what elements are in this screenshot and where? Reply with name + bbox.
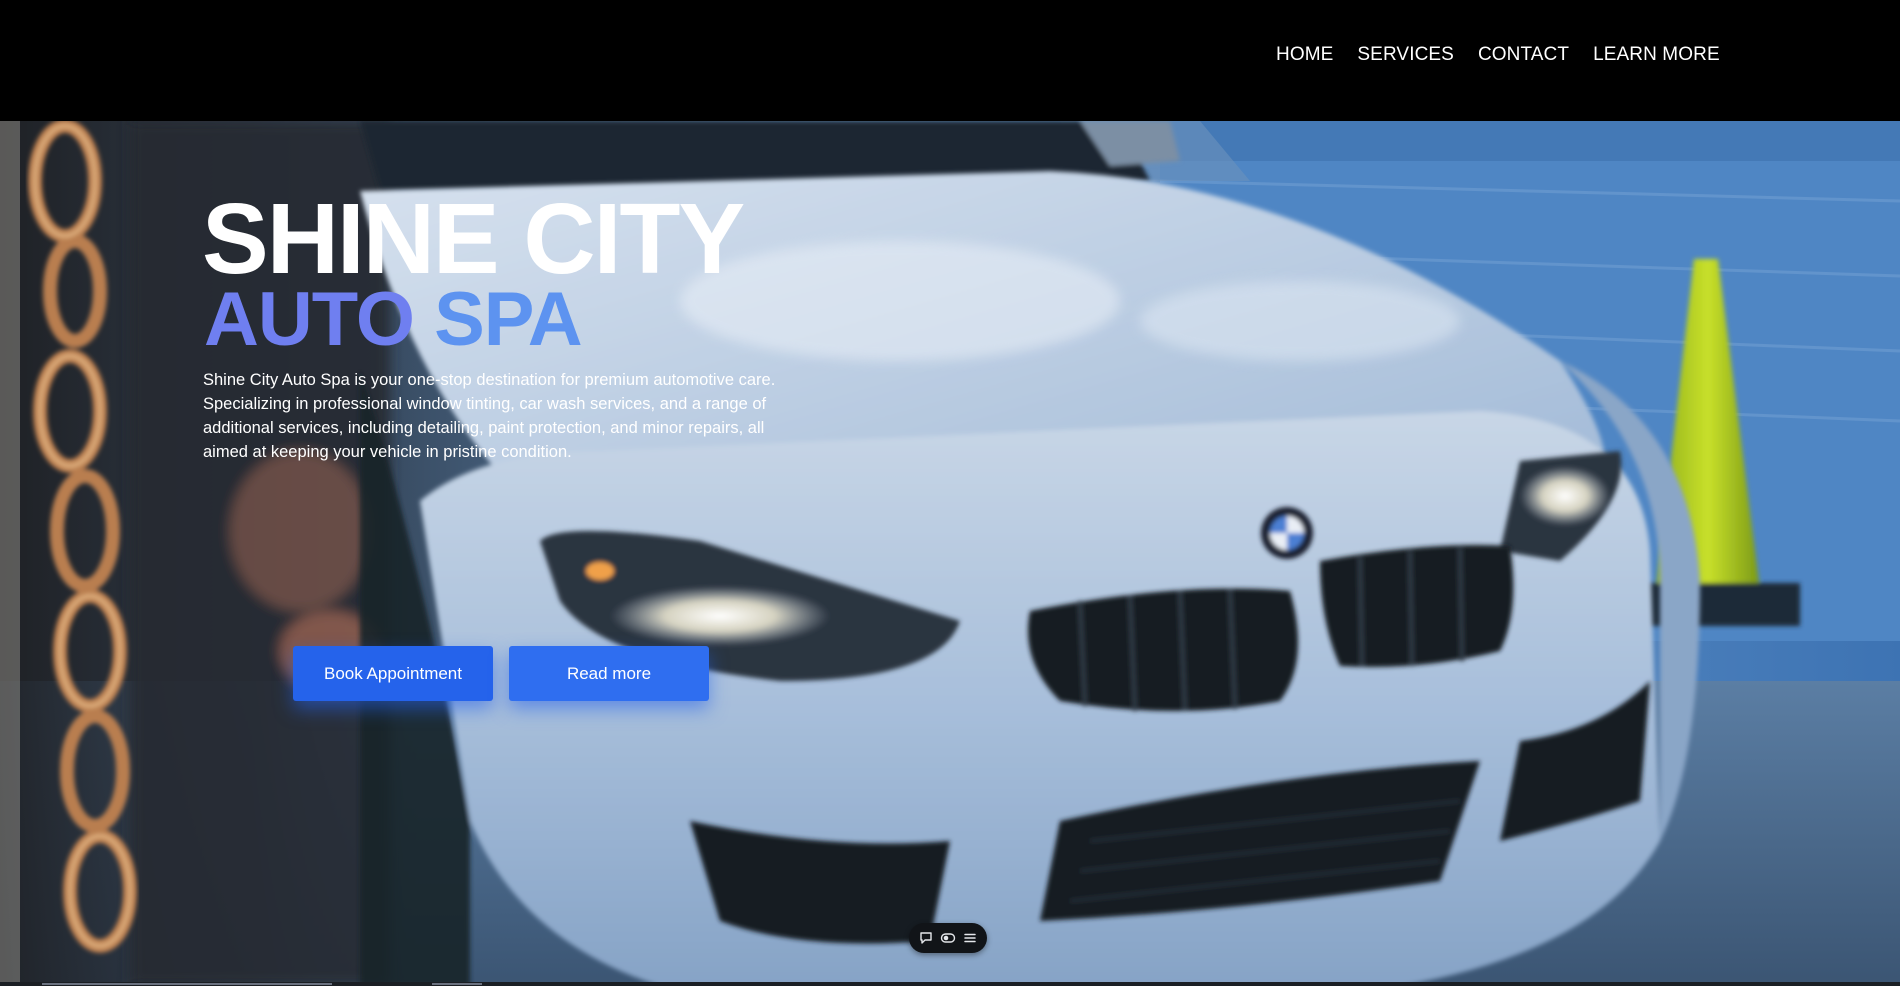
hero-title-word-auto: AUTO <box>204 277 415 362</box>
read-more-button[interactable]: Read more <box>509 646 709 701</box>
nav-contact-link[interactable]: CONTACT <box>1478 44 1569 66</box>
toggle-icon[interactable] <box>939 929 957 947</box>
nav-learn-more-link[interactable]: LEARN MORE <box>1593 44 1720 66</box>
hero-description: Shine City Auto Spa is your one-stop des… <box>203 371 776 461</box>
floating-toolbar <box>909 923 987 953</box>
hero-section: SHINE CITY AUTO SPA Shine City Auto Spa … <box>0 121 1900 986</box>
horizontal-scrollbar-thumb[interactable] <box>42 983 332 985</box>
page: HOME SERVICES CONTACT LEARN MORE SHINE C… <box>0 0 1900 986</box>
menu-icon[interactable] <box>961 929 979 947</box>
hero-title-primary: SHINE CITY <box>202 183 745 295</box>
nav-home-link[interactable]: HOME <box>1276 44 1333 66</box>
hero-title-secondary: AUTO SPA <box>204 277 583 362</box>
scroll-indicator-segment <box>432 983 482 985</box>
book-appointment-button[interactable]: Book Appointment <box>293 646 493 701</box>
main-nav: HOME SERVICES CONTACT LEARN MORE <box>1276 44 1720 66</box>
comment-icon[interactable] <box>917 929 935 947</box>
hero-title-word-spa: SPA <box>434 277 583 362</box>
nav-services-link[interactable]: SERVICES <box>1357 44 1454 66</box>
site-header: HOME SERVICES CONTACT LEARN MORE <box>0 0 1900 121</box>
